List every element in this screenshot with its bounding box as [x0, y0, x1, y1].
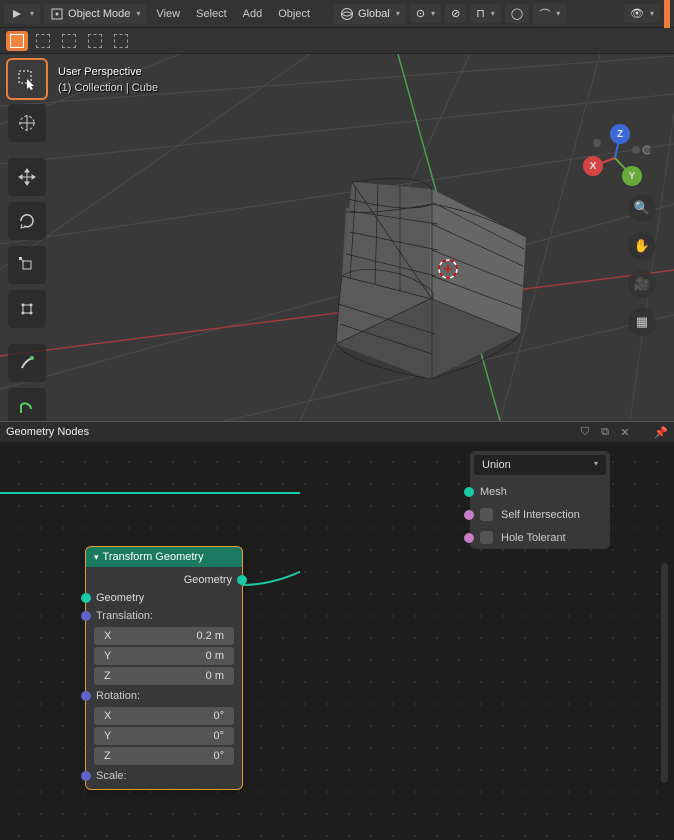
menu-add[interactable]: Add: [237, 8, 269, 20]
mesh-socket-row: Mesh: [470, 481, 610, 503]
panel-title[interactable]: Geometry Nodes: [6, 426, 89, 438]
editor-type-dropdown[interactable]: ▾: [4, 4, 40, 24]
select-mode-2[interactable]: [32, 31, 54, 51]
translation-x[interactable]: X0.2 m: [94, 627, 234, 645]
menu-view[interactable]: View: [150, 8, 186, 20]
menu-object[interactable]: Object: [272, 8, 316, 20]
axis-y[interactable]: Y: [622, 166, 642, 186]
menu-select[interactable]: Select: [190, 8, 233, 20]
close-panel-icon[interactable]: ✕: [618, 425, 632, 439]
tool-annotate[interactable]: [8, 344, 46, 382]
self-intersection-row[interactable]: Self Intersection: [470, 503, 610, 526]
zoom-icon[interactable]: 🔍: [628, 194, 656, 222]
node-editor[interactable]: Union▾ Mesh Self Intersection Hole Toler…: [0, 443, 674, 840]
viewport-right-icons: 🔍 ✋ 🎥 ▦: [628, 194, 656, 336]
select-mode-4[interactable]: [84, 31, 106, 51]
axis-z[interactable]: Z: [610, 124, 630, 144]
tool-move[interactable]: [8, 158, 46, 196]
snap-toggle[interactable]: ⊘: [445, 4, 466, 23]
nav-gizmo[interactable]: Z X Y: [580, 108, 650, 198]
boolean-node[interactable]: Union▾ Mesh Self Intersection Hole Toler…: [470, 451, 610, 549]
snap-dropdown[interactable]: ⊓▾: [470, 4, 501, 23]
pin-icon[interactable]: 📌: [654, 425, 668, 439]
tool-select-box[interactable]: [8, 60, 46, 98]
tool-transform[interactable]: [8, 290, 46, 328]
viewport-overlay-text: User Perspective (1) Collection | Cube: [58, 66, 158, 94]
hole-tolerant-row[interactable]: Hole Tolerant: [470, 526, 610, 549]
orientation-dropdown[interactable]: Global ▾: [334, 4, 406, 24]
select-mode-3[interactable]: [58, 31, 80, 51]
tool-scale[interactable]: [8, 246, 46, 284]
tool-rotate[interactable]: [8, 202, 46, 240]
tool-measure[interactable]: [8, 388, 46, 421]
select-mode-1[interactable]: [6, 31, 28, 51]
collapse-icon[interactable]: ▾: [94, 552, 99, 563]
geometry-nodes-header: Geometry Nodes ⛉ ⧉ ✕ 📌: [0, 421, 674, 443]
boolean-mode-dropdown[interactable]: Union▾: [474, 455, 606, 475]
cube-mesh: [336, 178, 526, 379]
persp-ortho-icon[interactable]: ▦: [628, 308, 656, 336]
selection-mode-bar: [0, 28, 674, 54]
top-header: ▾ Object Mode ▾ View Select Add Object G…: [0, 0, 674, 28]
visibility-dropdown[interactable]: 👁▾: [624, 4, 660, 23]
tool-cursor[interactable]: [8, 104, 46, 142]
translation-label: Translation:: [86, 607, 242, 625]
rotation-label: Rotation:: [86, 687, 242, 705]
transform-geometry-node[interactable]: ▾ Transform Geometry Geometry Geometry T…: [86, 547, 242, 789]
node-editor-scrollbar[interactable]: [661, 563, 668, 783]
rotation-x[interactable]: X0°: [94, 707, 234, 725]
select-mode-5[interactable]: [110, 31, 132, 51]
proportional-toggle[interactable]: ◯: [505, 4, 529, 23]
pan-icon[interactable]: ✋: [628, 232, 656, 260]
geometry-out: Geometry: [86, 571, 242, 589]
node-title[interactable]: ▾ Transform Geometry: [86, 547, 242, 567]
pivot-dropdown[interactable]: ⊙▾: [410, 4, 441, 23]
left-toolbar: [8, 60, 46, 421]
proportional-dropdown[interactable]: ⌒▾: [533, 3, 566, 25]
scale-label: Scale:: [86, 767, 242, 785]
camera-icon[interactable]: 🎥: [628, 270, 656, 298]
translation-z[interactable]: Z0 m: [94, 667, 234, 685]
translation-y[interactable]: Y0 m: [94, 647, 234, 665]
3d-viewport[interactable]: User Perspective (1) Collection | Cube Z…: [0, 54, 674, 421]
duplicate-icon[interactable]: ⧉: [598, 425, 612, 439]
axis-x[interactable]: X: [583, 156, 603, 176]
edge-decor: [664, 0, 670, 28]
rotation-y[interactable]: Y0°: [94, 727, 234, 745]
viewport-scene: [0, 54, 674, 421]
geometry-in: Geometry: [86, 589, 242, 607]
shield-icon[interactable]: ⛉: [578, 425, 592, 439]
mode-dropdown[interactable]: Object Mode ▾: [44, 4, 146, 24]
rotation-z[interactable]: Z0°: [94, 747, 234, 765]
